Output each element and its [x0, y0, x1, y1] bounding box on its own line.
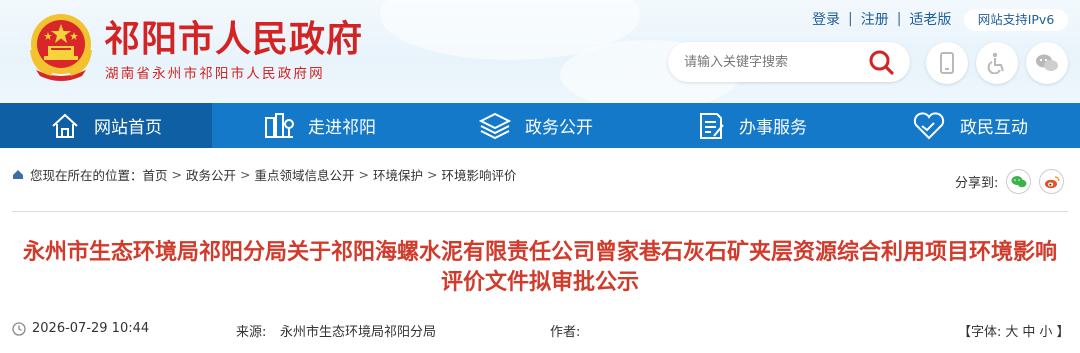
- font-size-control: 【字体: 大 中 小 】: [958, 321, 1069, 340]
- site-name: 祁阳市人民政府: [104, 18, 364, 60]
- breadcrumb-separator: >: [358, 167, 370, 182]
- nav-item-label: 办事服务: [739, 118, 807, 138]
- nav-item-label: 网站首页: [94, 118, 162, 138]
- nav-item-label: 政务公开: [525, 118, 593, 138]
- accessibility-icon: [987, 52, 1004, 74]
- nav-item-label: 政民互动: [960, 118, 1028, 138]
- mobile-icon: [940, 52, 954, 74]
- layers-icon: [479, 112, 511, 139]
- main-nav: 网站首页 走进祁阳 政务公开 办事服务 政民互动: [0, 103, 1080, 148]
- nav-item-home[interactable]: 网站首页: [0, 103, 212, 148]
- login-link[interactable]: 登录: [812, 9, 840, 29]
- source-label: 来源:: [236, 325, 267, 340]
- nav-item-services[interactable]: 办事服务: [644, 103, 860, 148]
- font-size-large[interactable]: 大: [1005, 321, 1018, 340]
- divider: [12, 211, 1068, 212]
- breadcrumb-separator: >: [240, 167, 251, 182]
- breadcrumb: 您现在所在的位置： 首页 > 政务公开 > 重点领域信息公开 > 环境保护 > …: [12, 165, 517, 184]
- nav-item-about-qiyang[interactable]: 走进祁阳: [212, 103, 428, 148]
- link-separator: |: [896, 11, 902, 27]
- share-label: 分享到:: [955, 176, 999, 191]
- font-size-medium[interactable]: 中: [1022, 321, 1035, 340]
- handshake-icon: [913, 111, 945, 139]
- search-box: [668, 42, 910, 82]
- document-icon: [700, 112, 724, 139]
- search-icon[interactable]: [868, 49, 894, 75]
- wechat-icon: [1036, 54, 1058, 71]
- wechat-button[interactable]: [1026, 42, 1068, 84]
- clock-icon: [12, 322, 26, 336]
- home-icon: [52, 113, 78, 138]
- register-link[interactable]: 注册: [861, 9, 889, 29]
- top-links: 登录 | 注册 | 适老版: [812, 9, 951, 29]
- font-size-small[interactable]: 小: [1039, 321, 1052, 340]
- link-separator: |: [848, 11, 853, 27]
- accessibility-button[interactable]: [976, 42, 1018, 84]
- share-wechat-button[interactable]: [1006, 169, 1032, 194]
- national-emblem-icon: [30, 14, 92, 81]
- breadcrumb-item[interactable]: 重点领域信息公开: [255, 165, 355, 184]
- breadcrumb-item[interactable]: 政务公开: [186, 165, 236, 184]
- font-size-bracket: 】: [1056, 325, 1070, 340]
- author-label: 作者:: [550, 325, 581, 340]
- breadcrumb-prefix: 您现在所在的位置：: [30, 168, 143, 183]
- weibo-icon: [1044, 175, 1060, 188]
- share-bar: 分享到:: [955, 169, 1065, 194]
- breadcrumb-separator: >: [171, 167, 183, 182]
- nav-item-government-affairs[interactable]: 政务公开: [428, 103, 644, 148]
- site-subtitle: 湖南省永州市祁阳市人民政府网: [105, 66, 325, 82]
- city-icon: [265, 112, 294, 138]
- ipv6-badge: 网站支持IPv6: [964, 9, 1068, 31]
- nav-item-label: 走进祁阳: [308, 118, 376, 138]
- font-size-label: 【字体:: [958, 325, 1002, 340]
- breadcrumb-item[interactable]: 首页: [143, 165, 168, 184]
- share-weibo-button[interactable]: [1039, 169, 1065, 194]
- publish-date: 2026-07-29 10:44: [32, 321, 150, 336]
- nav-item-interaction[interactable]: 政民互动: [860, 103, 1080, 148]
- search-input[interactable]: [684, 52, 864, 72]
- home-icon: [13, 170, 23, 179]
- article-title: 永州市生态环境局祁阳分局关于祁阳海螺水泥有限责任公司曾家巷石灰石矿夹层资源综合利…: [22, 240, 1057, 295]
- elderly-mode-link[interactable]: 适老版: [909, 9, 951, 29]
- source-value: 永州市生态环境局祁阳分局: [280, 325, 437, 340]
- mobile-button[interactable]: [926, 42, 968, 84]
- breadcrumb-separator: >: [427, 167, 438, 182]
- breadcrumb-item[interactable]: 环境保护: [373, 165, 423, 184]
- breadcrumb-item[interactable]: 环境影响评价: [442, 165, 517, 184]
- article-meta: 2026-07-29 10:44 来源: 永州市生态环境局祁阳分局 作者: 【字…: [0, 318, 1080, 342]
- wechat-icon: [1011, 175, 1027, 187]
- site-header: 祁阳市人民政府 湖南省永州市祁阳市人民政府网 登录 | 注册 | 适老版 网站支…: [0, 0, 1080, 103]
